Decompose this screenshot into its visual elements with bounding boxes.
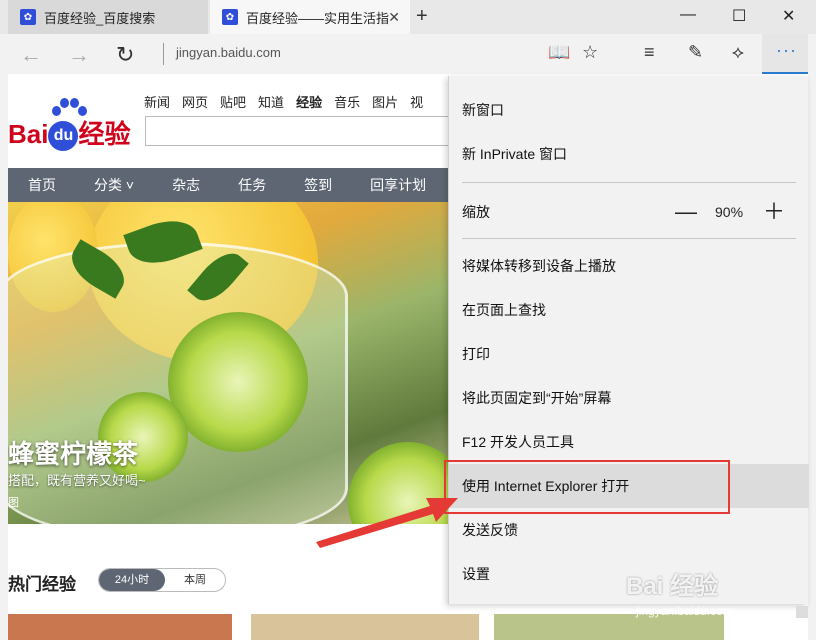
menu-divider bbox=[462, 182, 796, 183]
more-actions-button[interactable]: ··· bbox=[762, 34, 808, 74]
annotation-arrow-icon bbox=[316, 498, 458, 548]
tab-bar: ✿ 百度经验_百度搜索 ✿ 百度经验——实用生活指 ✕ + — ☐ ✕ bbox=[0, 0, 816, 34]
tab-title: 百度经验——实用生活指 bbox=[246, 10, 390, 26]
navigation-bar: ← → ↻ jingyan.baidu.com 📖 ☆ ≡ ✎ ⟡ bbox=[0, 34, 816, 74]
menu-find-on-page[interactable]: 在页面上查找 bbox=[449, 288, 809, 332]
baidu-jingyan-logo[interactable]: Bai du 经验 bbox=[8, 98, 131, 152]
link-images[interactable]: 图片 bbox=[372, 92, 398, 111]
menu-new-window[interactable]: 新窗口 bbox=[449, 88, 809, 132]
baidu-paw-icon: ✿ bbox=[20, 9, 36, 25]
nav-magazine[interactable]: 杂志 bbox=[152, 168, 218, 202]
zoom-label: 缩放 bbox=[462, 204, 490, 220]
forward-arrow-icon[interactable]: → bbox=[68, 42, 90, 68]
top-links: 新闻 网页 贴吧 知道 经验 音乐 图片 视 bbox=[144, 92, 423, 111]
menu-cast-media[interactable]: 将媒体转移到设备上播放 bbox=[449, 244, 809, 288]
link-zhidao[interactable]: 知道 bbox=[258, 92, 284, 111]
baidu-paw-icon: ✿ bbox=[222, 9, 238, 25]
tab-title: 百度经验_百度搜索 bbox=[44, 10, 156, 26]
thumbnail[interactable] bbox=[251, 614, 479, 640]
menu-zoom-row: 缩放 — 90% ＋ bbox=[449, 190, 809, 234]
menu-send-feedback[interactable]: 发送反馈 bbox=[449, 508, 809, 552]
address-field[interactable]: jingyan.baidu.com bbox=[176, 45, 281, 60]
link-video[interactable]: 视 bbox=[410, 92, 423, 111]
lime-slice-image bbox=[168, 312, 308, 452]
tab-24h[interactable]: 24小时 bbox=[99, 569, 165, 591]
link-news[interactable]: 新闻 bbox=[144, 92, 170, 111]
menu-divider bbox=[462, 238, 796, 239]
link-jingyan[interactable]: 经验 bbox=[296, 92, 322, 111]
minimize-icon[interactable]: — bbox=[680, 6, 696, 24]
menu-f12-dev-tools[interactable]: F12 开发人员工具 bbox=[449, 420, 809, 464]
scrollbar-corner[interactable] bbox=[796, 606, 808, 618]
close-tab-icon[interactable]: ✕ bbox=[388, 9, 400, 26]
link-music[interactable]: 音乐 bbox=[334, 92, 360, 111]
zoom-in-button[interactable]: ＋ bbox=[763, 190, 785, 234]
link-tieba[interactable]: 贴吧 bbox=[220, 92, 246, 111]
more-dots-icon: ··· bbox=[776, 40, 797, 60]
close-window-icon[interactable]: ✕ bbox=[782, 6, 795, 26]
hot-experiences-heading: 热门经验 bbox=[8, 575, 76, 594]
menu-print[interactable]: 打印 bbox=[449, 332, 809, 376]
hero-more: 图 bbox=[8, 497, 19, 509]
hot-range-toggle: 24小时 本周 bbox=[98, 568, 226, 592]
back-arrow-icon[interactable]: ← bbox=[20, 42, 42, 68]
search-input[interactable] bbox=[145, 116, 465, 146]
address-divider bbox=[163, 43, 164, 65]
menu-pin-to-start[interactable]: 将此页固定到“开始”屏幕 bbox=[449, 376, 809, 420]
logo-du: du bbox=[48, 121, 79, 152]
nav-categories[interactable]: 分类 ˅ bbox=[74, 168, 152, 202]
paw-print-icon bbox=[50, 98, 87, 118]
hero-title: 蜂蜜柠檬茶 bbox=[8, 439, 139, 469]
share-icon[interactable]: ⟡ bbox=[732, 42, 744, 63]
logo-suffix: 经验 bbox=[78, 119, 131, 149]
zoom-out-button[interactable]: — bbox=[675, 190, 697, 234]
nav-tasks[interactable]: 任务 bbox=[218, 168, 284, 202]
hero-subtitle: 搭配，既有营养又好喝~ bbox=[8, 473, 146, 488]
favorite-star-icon[interactable]: ☆ bbox=[582, 42, 598, 63]
more-actions-menu: 新窗口 新 InPrivate 窗口 缩放 — 90% ＋ 将媒体转移到设备上播… bbox=[448, 76, 809, 604]
tab-this-week[interactable]: 本周 bbox=[165, 569, 225, 591]
link-web[interactable]: 网页 bbox=[182, 92, 208, 111]
baidu-watermark: Bai 经验 bbox=[626, 573, 719, 600]
maximize-icon[interactable]: ☐ bbox=[732, 6, 746, 26]
thumbnail[interactable] bbox=[8, 614, 232, 640]
watermark-url: jingyan.baidu.com bbox=[636, 604, 733, 618]
browser-window: ✿ 百度经验_百度搜索 ✿ 百度经验——实用生活指 ✕ + — ☐ ✕ ← → … bbox=[0, 0, 816, 640]
nav-home[interactable]: 首页 bbox=[8, 168, 74, 202]
highlight-box bbox=[444, 460, 730, 514]
zoom-level: 90% bbox=[715, 204, 744, 220]
tab-baidu-jingyan[interactable]: ✿ 百度经验——实用生活指 ✕ bbox=[210, 0, 410, 34]
hub-icon[interactable]: ≡ bbox=[644, 42, 655, 63]
web-note-icon[interactable]: ✎ bbox=[688, 42, 703, 63]
tab-baidu-search[interactable]: ✿ 百度经验_百度搜索 bbox=[8, 0, 208, 34]
new-tab-icon[interactable]: + bbox=[416, 5, 428, 28]
nav-checkin[interactable]: 签到 bbox=[284, 168, 350, 202]
menu-new-inprivate-window[interactable]: 新 InPrivate 窗口 bbox=[449, 132, 809, 176]
reading-view-icon[interactable]: 📖 bbox=[548, 42, 570, 63]
refresh-icon[interactable]: ↻ bbox=[116, 42, 134, 68]
logo-bai: Bai bbox=[8, 119, 49, 149]
nav-share-plan[interactable]: 回享计划 bbox=[350, 168, 444, 202]
